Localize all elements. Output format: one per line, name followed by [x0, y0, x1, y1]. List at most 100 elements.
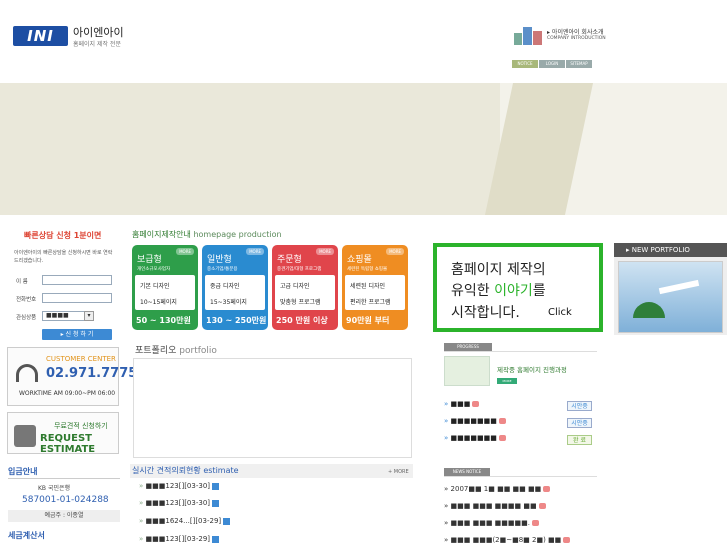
headset-icon	[16, 364, 38, 382]
logo[interactable]: INI	[13, 26, 68, 46]
package-custom[interactable]: 주문형 MORE 중견기업/대형 프로그램 고급 디자인 맞춤형 프로그램 25…	[272, 245, 338, 330]
bank-name: KB 국민은행	[38, 485, 71, 492]
estimate-item[interactable]: » ■■■123[][03-30]	[139, 482, 219, 490]
phone-label: 전화번호	[16, 297, 37, 303]
progress-status-badge: 시안중	[567, 418, 592, 428]
new-portfolio[interactable]: ▸ NEW PORTFOLIO	[614, 243, 727, 335]
request-estimate-en: REQUEST ESTIMATE	[40, 433, 96, 455]
request-estimate-ko: 무료견적 신청하기	[54, 422, 108, 430]
company-link-sub: COMPANY INTRODUCTION	[547, 36, 606, 41]
phone-input[interactable]	[42, 293, 112, 303]
account-holder: 예금주 : 이종열	[8, 510, 120, 522]
package-name: 일반형	[207, 255, 232, 265]
estimate-item-text: ■■■123[][03-29]	[145, 535, 210, 543]
progress-header: PROGRESS	[444, 343, 492, 351]
nav-notice[interactable]: NOTICE	[512, 60, 538, 68]
progress-item-text: ■■■■■■■	[450, 417, 497, 425]
progress-headline[interactable]: 제작중 홈페이지 진행과정	[497, 364, 567, 374]
portfolio-title-ko: 포트폴리오	[135, 346, 177, 356]
production-title: 홈페이지제작안내 homepage production	[132, 229, 282, 240]
progress-item[interactable]: » ■■■	[444, 400, 480, 408]
package-name: 쇼핑몰	[347, 255, 372, 265]
more-button[interactable]: MORE	[386, 248, 404, 255]
news-item-text: ■■■ ■■■ ■■■■■.	[450, 519, 530, 527]
new-icon	[543, 486, 551, 492]
estimate-item[interactable]: » ■■■123[][03-30]	[139, 499, 219, 507]
production-title-en: homepage production	[193, 230, 282, 239]
customer-center-hours: WORKTIME AM 09:00~PM 06:00	[19, 390, 116, 397]
more-button[interactable]: MORE	[176, 248, 194, 255]
news-item-text: 2007■■ 1■ ■■ ■■ ■■	[450, 485, 542, 493]
building-icon	[514, 27, 542, 45]
package-feature-1: 고급 디자인	[280, 283, 310, 290]
company-link-label: ▸ 아이엔아이 회사소개	[547, 29, 604, 36]
estimate-title-en: estimate	[203, 466, 239, 475]
new-icon	[472, 401, 480, 407]
package-price: 250 만원 이상	[276, 316, 328, 325]
deposit-title: 입금안내	[8, 467, 38, 476]
package-price: 130 ~ 250만원	[206, 316, 267, 325]
news-item[interactable]: » 2007■■ 1■ ■■ ■■ ■■	[444, 485, 551, 493]
new-icon	[212, 535, 219, 543]
submit-consult-button[interactable]: ▸ 신 청 하 기	[42, 329, 112, 340]
promo-click: Click	[548, 307, 572, 318]
estimate-title: 실시간 견적의뢰현황 estimate	[132, 465, 239, 476]
package-basic[interactable]: 보급형 MORE 개인소규모사업자 기본 디자인 10~15페이지 50 ~ 1…	[132, 245, 198, 330]
top-nav: NOTICE LOGIN SITEMAP	[512, 58, 593, 68]
package-desc: 중견기업/대형 프로그램	[277, 267, 322, 272]
divider	[8, 478, 120, 479]
promo-line-3: 시작합니다.	[451, 305, 520, 321]
package-desc: 세련된 독립형 쇼핑몰	[347, 267, 388, 272]
progress-item[interactable]: » ■■■■■■■	[444, 434, 506, 442]
package-name: 주문형	[277, 255, 302, 265]
plane-icon	[658, 279, 700, 295]
more-button[interactable]: MORE	[246, 248, 264, 255]
progress-more-button[interactable]: MORE	[497, 378, 517, 384]
divider	[444, 351, 597, 352]
package-feature-2: 15~35페이지	[210, 299, 247, 306]
divider	[444, 476, 597, 477]
quick-consult-description: 아이엔아이의 빠른상담을 신청하시면 바로 연락드리겠습니다.	[14, 250, 113, 264]
progress-item[interactable]: » ■■■■■■■	[444, 417, 506, 425]
document-icon	[14, 425, 36, 447]
new-icon	[563, 537, 571, 543]
nav-sitemap[interactable]: SITEMAP	[566, 60, 592, 68]
promo-line-1: 홈페이지 제작의	[451, 262, 546, 278]
package-feature-2: 맞춤형 프로그램	[280, 299, 321, 306]
brand-tagline: 홈페이지 제작 전문	[73, 41, 121, 48]
main-visual	[0, 83, 727, 215]
estimate-more-link[interactable]: + MORE	[388, 469, 409, 475]
company-intro-link[interactable]: ▸ 아이엔아이 회사소개 COMPANY INTRODUCTION	[512, 25, 612, 47]
chevron-down-icon[interactable]: ▾	[84, 311, 94, 321]
package-feature-1: 세련된 디자인	[350, 283, 386, 290]
portfolio-thumbnail[interactable]	[618, 261, 723, 333]
estimate-item[interactable]: » ■■■1624...[][03-29]	[139, 517, 231, 525]
package-feature-1: 중급 디자인	[210, 283, 240, 290]
package-features: 고급 디자인 맞춤형 프로그램	[275, 275, 335, 310]
more-button[interactable]: MORE	[316, 248, 334, 255]
news-item[interactable]: » ■■■ ■■■ ■■■■■.	[444, 519, 539, 527]
package-standard[interactable]: 일반형 MORE 중소기업/통분용 중급 디자인 15~35페이지 130 ~ …	[202, 245, 268, 330]
nav-login[interactable]: LOGIN	[539, 60, 565, 68]
package-price: 50 ~ 130만원	[136, 316, 191, 325]
name-label: 이 름	[16, 279, 28, 285]
package-shopping[interactable]: 쇼핑몰 MORE 세련된 독립형 쇼핑몰 세련된 디자인 편리한 프로그램 90…	[342, 245, 408, 330]
news-item-text: ■■■ ■■■ ■■■■ ■■	[450, 502, 537, 510]
new-icon	[212, 499, 219, 507]
promo-banner[interactable]: 홈페이지 제작의 유익한 이야기를 시작합니다. Click	[433, 243, 603, 332]
request-estimate-button[interactable]: 무료견적 신청하기 REQUEST ESTIMATE	[7, 412, 119, 455]
news-item[interactable]: » ■■■ ■■■ ■■■■ ■■	[444, 502, 546, 510]
package-price: 90만원 부터	[346, 316, 390, 325]
account-number: 587001-01-024288	[22, 495, 109, 505]
package-feature-2: 10~15페이지	[140, 299, 177, 306]
package-desc: 중소기업/통분용	[207, 267, 238, 272]
package-desc: 개인소규모사업자	[137, 267, 171, 272]
brand-name: 아이엔아이	[73, 26, 124, 39]
tax-title: 세금계산서	[8, 531, 45, 540]
name-input[interactable]	[42, 275, 112, 285]
progress-thumbnail[interactable]	[444, 356, 490, 386]
estimate-item[interactable]: » ■■■123[][03-29]	[139, 535, 219, 543]
customer-center-phone: 02.971.7775	[46, 366, 138, 381]
news-item[interactable]: » ■■■ ■■■(2■~■8■ 2■) ■■	[444, 536, 571, 544]
estimate-item-text: ■■■1624...[][03-29]	[145, 517, 222, 525]
